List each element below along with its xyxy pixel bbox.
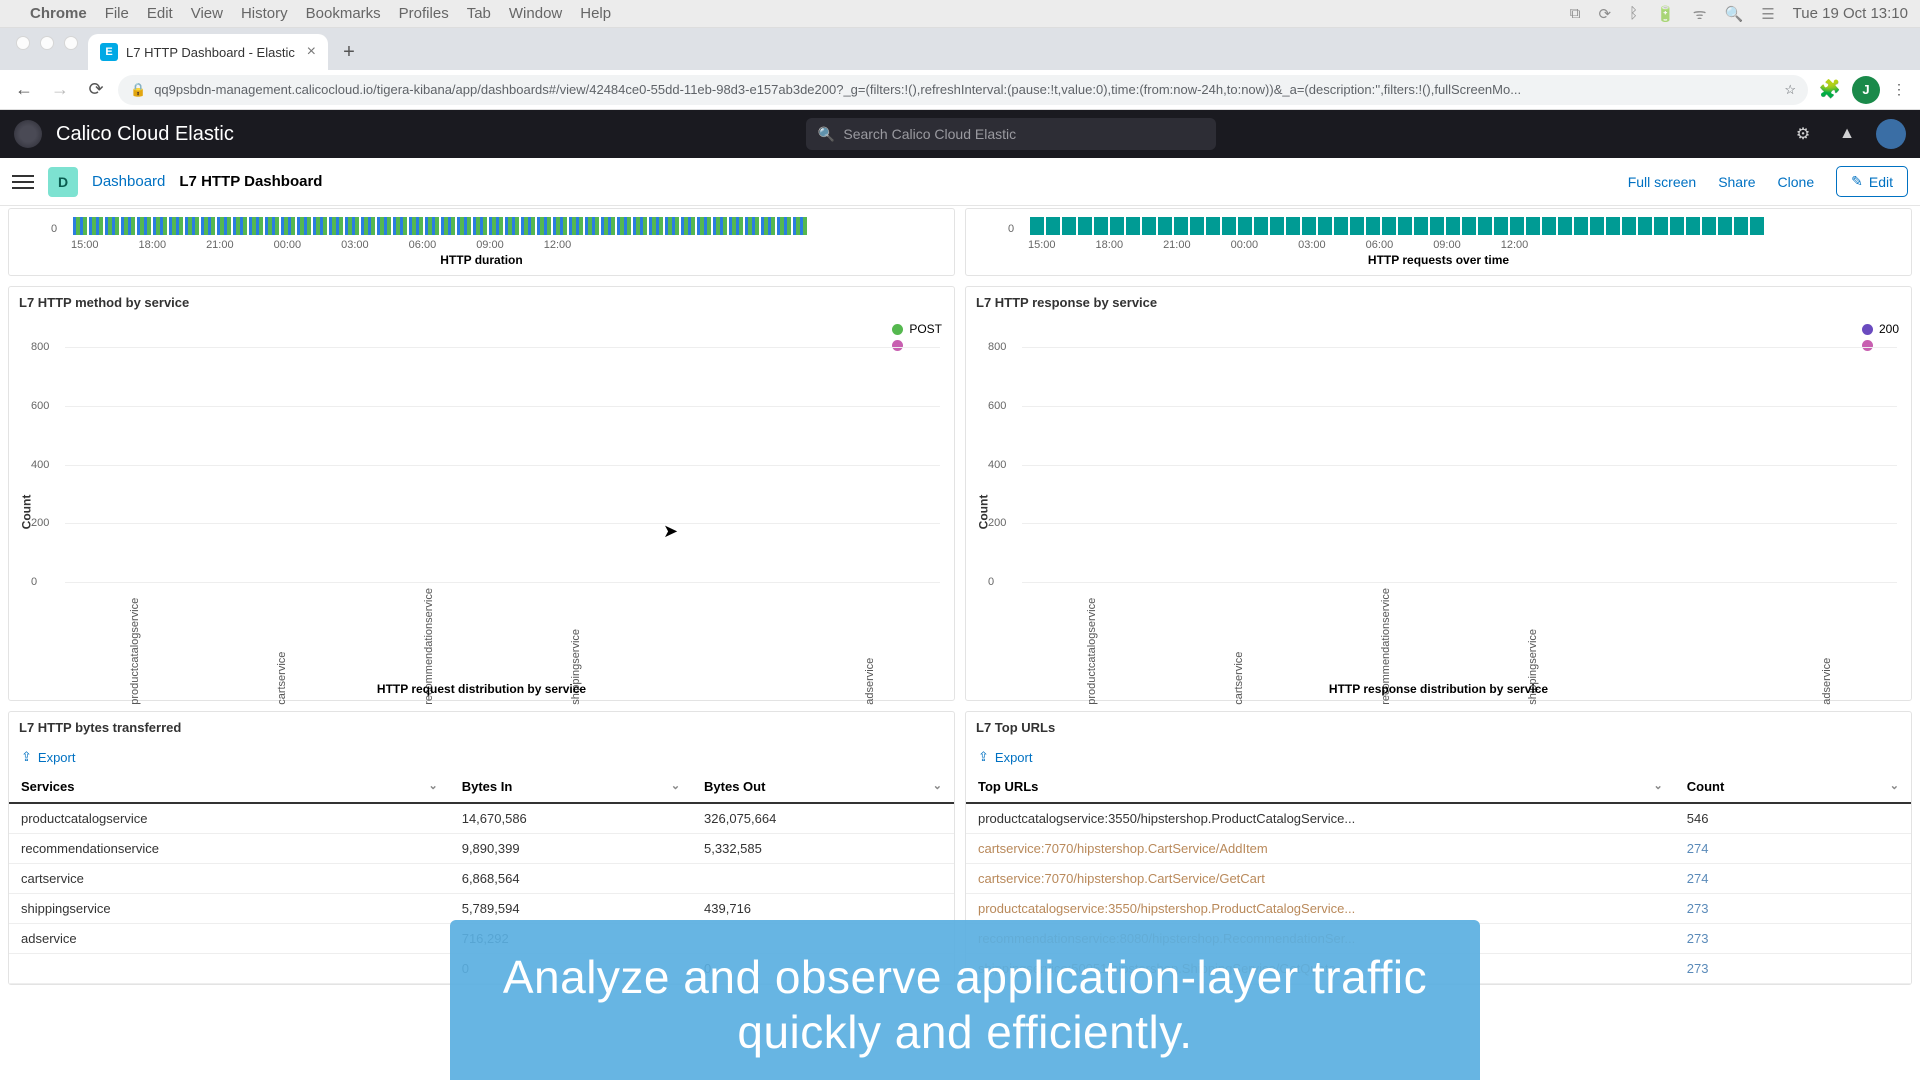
col-services[interactable]: Services⌄: [9, 771, 450, 803]
search-icon: 🔍: [818, 126, 835, 143]
bookmark-star-icon[interactable]: ☆: [1784, 82, 1796, 98]
menu-view[interactable]: View: [191, 5, 223, 22]
panel-title: L7 HTTP method by service: [9, 287, 954, 318]
menu-tab[interactable]: Tab: [467, 5, 491, 22]
control-center-icon[interactable]: ☰: [1761, 5, 1774, 23]
table-row[interactable]: productcatalogservice:3550/hipstershop.P…: [966, 803, 1911, 834]
back-button[interactable]: ←: [10, 76, 38, 104]
menu-file[interactable]: File: [105, 5, 129, 22]
browser-tab[interactable]: E L7 HTTP Dashboard - Elastic ×: [88, 34, 328, 70]
search-placeholder: Search Calico Cloud Elastic: [843, 126, 1016, 142]
chevron-down-icon: ⌄: [429, 779, 438, 792]
menu-profiles[interactable]: Profiles: [399, 5, 449, 22]
battery-icon[interactable]: 🔋: [1656, 5, 1675, 23]
close-window-icon[interactable]: [16, 36, 30, 50]
fullscreen-button[interactable]: Full screen: [1628, 174, 1696, 190]
menu-window[interactable]: Window: [509, 5, 562, 22]
export-icon: ⇪: [978, 749, 989, 765]
favicon-icon: E: [100, 43, 118, 61]
sync-icon[interactable]: ⟳: [1599, 5, 1612, 23]
chrome-menu-icon[interactable]: ⋮: [1888, 81, 1910, 98]
panel-title: L7 Top URLs: [966, 712, 1911, 743]
panel-title: L7 HTTP bytes transferred: [9, 712, 954, 743]
tab-title: L7 HTTP Dashboard - Elastic: [126, 45, 295, 60]
app-logo-icon[interactable]: [14, 120, 42, 148]
chevron-down-icon: ⌄: [671, 779, 680, 792]
app-title: Calico Cloud Elastic: [56, 123, 234, 146]
chrome-toolbar: ← → ⟳ 🔒 qq9psbdn-management.calicocloud.…: [0, 70, 1920, 110]
share-button[interactable]: Share: [1718, 174, 1755, 190]
mini-xaxis-right: 15:0018:0021:0000:0003:0006:0009:0012:00: [974, 235, 1903, 251]
http-requests-panel: 0 15:0018:0021:0000:0003:0006:0009:0012:…: [965, 208, 1912, 276]
panel-title: L7 HTTP response by service: [966, 287, 1911, 318]
clone-button[interactable]: Clone: [1778, 174, 1815, 190]
menu-history[interactable]: History: [241, 5, 288, 22]
screen-icon[interactable]: ⧉: [1570, 5, 1581, 22]
method-chart[interactable]: POSTCount0200400600800productcatalogserv…: [9, 318, 954, 700]
method-chart-panel: L7 HTTP method by service POSTCount02004…: [8, 286, 955, 701]
table-row[interactable]: productcatalogservice14,670,586326,075,6…: [9, 803, 954, 834]
http-duration-panel: 0 15:0018:0021:0000:0003:0006:0009:0012:…: [8, 208, 955, 276]
window-controls[interactable]: [10, 36, 88, 62]
minimize-window-icon[interactable]: [40, 36, 54, 50]
bluetooth-icon[interactable]: ᛒ: [1629, 5, 1638, 22]
table-row[interactable]: recommendationservice9,890,3995,332,585: [9, 834, 954, 864]
export-button[interactable]: ⇪ Export: [966, 743, 1911, 771]
http-duration-bars: [17, 213, 946, 235]
menu-bookmarks[interactable]: Bookmarks: [306, 5, 381, 22]
y-zero: 0: [1008, 223, 1014, 235]
response-chart[interactable]: 200Count0200400600800productcatalogservi…: [966, 318, 1911, 700]
profile-avatar[interactable]: J: [1852, 76, 1880, 104]
forward-button[interactable]: →: [46, 76, 74, 104]
http-requests-label: HTTP requests over time: [974, 251, 1903, 267]
spotlight-icon[interactable]: 🔍: [1725, 5, 1744, 23]
chevron-down-icon: ⌄: [933, 779, 942, 792]
http-duration-label: HTTP duration: [17, 251, 946, 267]
col-bytes-out[interactable]: Bytes Out⌄: [692, 771, 954, 803]
chevron-down-icon: ⌄: [1890, 779, 1899, 792]
y-zero: 0: [51, 223, 57, 235]
pencil-icon: ✎: [1851, 173, 1863, 190]
extensions-button[interactable]: 🧩: [1816, 76, 1844, 104]
menu-help[interactable]: Help: [580, 5, 611, 22]
mini-xaxis-left: 15:0018:0021:0000:0003:0006:0009:0012:00: [17, 235, 946, 251]
response-chart-panel: L7 HTTP response by service 200Count0200…: [965, 286, 1912, 701]
edit-button[interactable]: ✎ Edit: [1836, 166, 1908, 197]
promo-banner: Analyze and observe application-layer tr…: [450, 920, 1480, 1080]
address-bar[interactable]: 🔒 qq9psbdn-management.calicocloud.io/tig…: [118, 75, 1808, 105]
app-header: Calico Cloud Elastic 🔍 Search Calico Clo…: [0, 110, 1920, 158]
menubar-app[interactable]: Chrome: [30, 5, 87, 22]
chrome-tabstrip: E L7 HTTP Dashboard - Elastic × +: [0, 28, 1920, 70]
close-tab-icon[interactable]: ×: [307, 43, 316, 61]
notifications-icon[interactable]: ▲: [1832, 125, 1862, 143]
globe-icon[interactable]: ⚙: [1788, 124, 1818, 144]
new-tab-button[interactable]: +: [334, 37, 364, 67]
table-row[interactable]: cartservice6,868,564: [9, 864, 954, 894]
dashboard-badge: D: [48, 167, 78, 197]
table-row[interactable]: cartservice:7070/hipstershop.CartService…: [966, 834, 1911, 864]
breadcrumb-root[interactable]: Dashboard: [92, 173, 165, 190]
zoom-window-icon[interactable]: [64, 36, 78, 50]
col-count[interactable]: Count⌄: [1675, 771, 1911, 803]
user-avatar[interactable]: [1876, 119, 1906, 149]
url-text: qq9psbdn-management.calicocloud.io/tiger…: [154, 82, 1521, 97]
nav-toggle-button[interactable]: [12, 175, 34, 189]
http-requests-bars: [974, 213, 1903, 235]
export-button[interactable]: ⇪ Export: [9, 743, 954, 771]
lock-icon: 🔒: [130, 82, 146, 98]
menubar-clock[interactable]: Tue 19 Oct 13:10: [1793, 5, 1908, 22]
breadcrumb-current: L7 HTTP Dashboard: [179, 173, 322, 190]
reload-button[interactable]: ⟳: [82, 76, 110, 104]
col-bytes-in[interactable]: Bytes In⌄: [450, 771, 692, 803]
app-search-input[interactable]: 🔍 Search Calico Cloud Elastic: [806, 118, 1216, 150]
macos-menubar: Chrome File Edit View History Bookmarks …: [0, 0, 1920, 28]
menu-edit[interactable]: Edit: [147, 5, 173, 22]
export-icon: ⇪: [21, 749, 32, 765]
chevron-down-icon: ⌄: [1654, 779, 1663, 792]
wifi-icon[interactable]: ᯤ: [1693, 4, 1707, 24]
table-row[interactable]: cartservice:7070/hipstershop.CartService…: [966, 864, 1911, 894]
col-top-urls[interactable]: Top URLs⌄: [966, 771, 1675, 803]
page-subheader: D Dashboard L7 HTTP Dashboard Full scree…: [0, 158, 1920, 206]
